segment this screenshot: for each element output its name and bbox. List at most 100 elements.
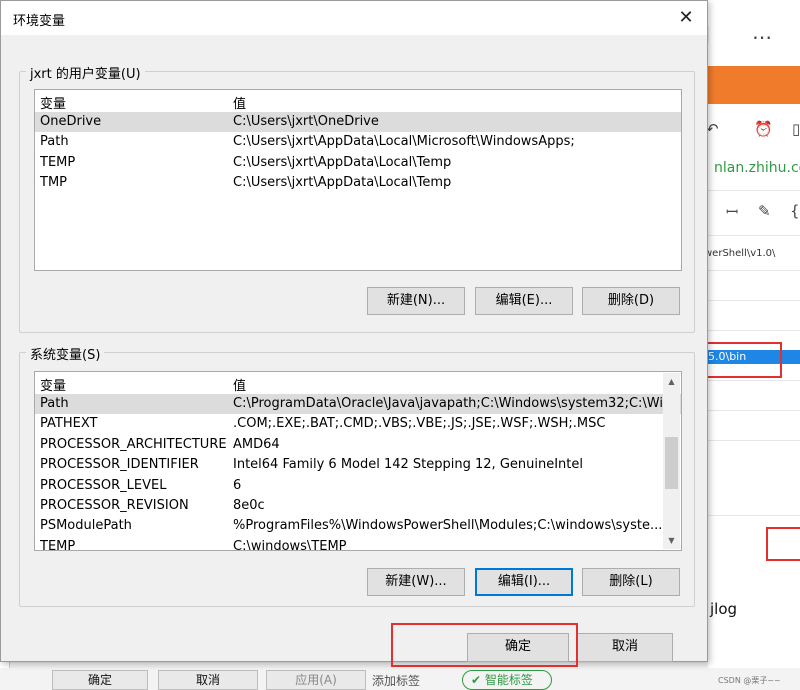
background-divider (708, 300, 800, 301)
scrollbar-thumb[interactable] (665, 437, 678, 489)
add-tag-link[interactable]: 添加标签 (372, 672, 420, 689)
system-edit-label: 编辑(I)... (497, 574, 551, 589)
check-icon: ✔ (471, 673, 482, 687)
more-options-icon[interactable]: ⋯ (752, 25, 772, 49)
variable-name: PROCESSOR_REVISION (40, 497, 189, 513)
close-icon[interactable]: ✕ (669, 3, 703, 33)
table-row[interactable]: PROCESSOR_REVISION 8e0c (35, 496, 681, 516)
user-delete-label: 删除(D) (607, 293, 655, 308)
table-row[interactable]: TEMP C:\windows\TEMP (35, 537, 681, 551)
background-divider (708, 270, 800, 271)
user-new-button[interactable]: 新建(N)... (367, 287, 465, 315)
table-row[interactable]: PSModulePath %ProgramFiles%\WindowsPowerS… (35, 516, 681, 536)
variable-name: PROCESSOR_ARCHITECTURE (40, 436, 227, 452)
column-header-variable[interactable]: 变量 (40, 93, 66, 112)
scroll-down-icon[interactable]: ▼ (663, 532, 680, 549)
variable-value: C:\Users\jxrt\OneDrive (233, 114, 379, 129)
dialog-titlebar[interactable]: 环境变量 ✕ (1, 1, 707, 35)
background-cancel-button[interactable]: 取消 (158, 670, 258, 690)
column-header-value[interactable]: 值 (233, 93, 246, 112)
variable-value: C:\Users\jxrt\AppData\Local\Microsoft\Wi… (233, 134, 575, 150)
variable-name: PROCESSOR_LEVEL (40, 477, 167, 493)
dialog-title: 环境变量 (13, 14, 66, 29)
system-variables-list[interactable]: 变量 值 Path C:\ProgramData\Oracle\Java\java… (34, 371, 682, 551)
variable-name: PATHEXT (40, 416, 98, 432)
table-row[interactable]: Path C:\ProgramData\Oracle\Java\javapath;… (35, 394, 681, 415)
table-row[interactable]: TEMP C:\Users\jxrt\AppData\Local\Temp (35, 153, 681, 173)
variable-value: %ProgramFiles%\WindowsPowerShell\Modules… (233, 518, 663, 534)
cancel-button[interactable]: 取消 (577, 633, 673, 662)
column-header-variable[interactable]: 变量 (40, 375, 66, 394)
background-ok-label: 确定 (87, 673, 112, 687)
user-edit-button[interactable]: 编辑(E)... (475, 287, 573, 315)
highlight-box-path (706, 342, 782, 378)
background-orange-bar (708, 66, 800, 104)
highlight-box-ok-background (766, 527, 800, 561)
background-cancel-label: 取消 (195, 673, 220, 687)
variable-value: 8e0c (233, 497, 265, 513)
user-delete-button[interactable]: 删除(D) (582, 287, 680, 315)
system-delete-label: 删除(L) (609, 574, 653, 589)
table-row[interactable]: PROCESSOR_ARCHITECTURE AMD64 (35, 435, 681, 455)
variable-value: C:\Users\jxrt\AppData\Local\Temp (233, 175, 452, 191)
background-path-text: werShell\v1.0\ (708, 248, 776, 259)
smart-tag-label: 智能标签 (484, 673, 533, 687)
system-edit-button[interactable]: 编辑(I)... (475, 568, 573, 596)
cancel-label: 取消 (611, 639, 638, 654)
background-apply-label: 应用(A) (295, 673, 337, 687)
background-url-text: nlan.zhihu.com (714, 160, 800, 176)
user-variables-label: jxrt 的用户变量(U) (26, 63, 145, 82)
smart-tag-button[interactable]: ✔ 智能标签 (462, 670, 552, 690)
system-delete-button[interactable]: 删除(L) (582, 568, 680, 596)
highlight-box-ok (391, 623, 578, 667)
variable-name: PSModulePath (40, 518, 132, 534)
user-edit-label: 编辑(E)... (495, 293, 553, 308)
background-apply-button[interactable]: 应用(A) (266, 670, 366, 690)
variable-name: TEMP (40, 538, 76, 551)
system-list-header: 变量 值 (35, 372, 681, 394)
background-divider (708, 380, 800, 381)
system-variables-label: 系统变量(S) (26, 344, 105, 363)
scroll-up-icon[interactable]: ▲ (663, 373, 680, 390)
variable-name: PROCESSOR_IDENTIFIER (40, 457, 199, 473)
user-list-header: 变量 值 (35, 90, 681, 112)
variable-value: Intel64 Family 6 Model 142 Stepping 12, … (233, 457, 584, 473)
variable-value: 6 (233, 477, 242, 493)
background-icon-partial: ⎦ (708, 26, 710, 44)
variable-value: C:\windows\TEMP (233, 538, 347, 551)
background-partial-icon: ▯ (792, 120, 800, 138)
variable-value: AMD64 (233, 436, 280, 452)
variable-name: OneDrive (40, 114, 102, 129)
user-new-label: 新建(N)... (386, 293, 446, 308)
variable-value: C:\Users\jxrt\AppData\Local\Temp (233, 154, 452, 170)
variable-name: Path (40, 396, 69, 411)
variable-name: TEMP (40, 154, 76, 170)
background-jlog-text: jlog (710, 600, 738, 618)
background-divider (708, 235, 800, 236)
brace-icon[interactable]: { (790, 202, 800, 220)
system-new-button[interactable]: 新建(W)... (367, 568, 465, 596)
alarm-icon[interactable]: ⏰ (754, 120, 773, 138)
table-row[interactable]: OneDrive C:\Users\jxrt\OneDrive (35, 112, 681, 133)
column-header-value[interactable]: 值 (233, 375, 246, 394)
background-divider (708, 330, 800, 331)
table-row[interactable]: PROCESSOR_LEVEL 6 (35, 476, 681, 496)
variable-name: Path (40, 134, 69, 150)
environment-variables-dialog: 环境变量 ✕ jxrt 的用户变量(U) 变量 值 OneDrive C:\Use… (0, 0, 708, 667)
system-rows: Path C:\ProgramData\Oracle\Java\javapath;… (35, 394, 681, 551)
background-divider (708, 440, 800, 441)
variable-name: TMP (40, 175, 67, 191)
table-row[interactable]: PROCESSOR_IDENTIFIER Intel64 Family 6 Mod… (35, 455, 681, 475)
background-ok-button[interactable]: 确定 (52, 670, 148, 690)
background-undo-icon[interactable]: ↶ (708, 120, 719, 138)
table-row[interactable]: PATHEXT .COM;.EXE;.BAT;.CMD;.VBS;.VBE;.JS… (35, 414, 681, 434)
strikethrough-icon[interactable]: ꟷ (726, 202, 738, 222)
table-row[interactable]: TMP C:\Users\jxrt\AppData\Local\Temp (35, 173, 681, 193)
pen-icon[interactable]: ✎ (758, 202, 771, 220)
user-variables-list[interactable]: 变量 值 OneDrive C:\Users\jxrt\OneDrive Path C… (34, 89, 682, 271)
system-list-scrollbar[interactable]: ▲ ▼ (663, 373, 680, 549)
watermark: CSDN @栗子~~ (718, 676, 781, 685)
variable-value: .COM;.EXE;.BAT;.CMD;.VBS;.VBE;.JS;.JSE;.… (233, 416, 606, 432)
table-row[interactable]: Path C:\Users\jxrt\AppData\Local\Microsof… (35, 132, 681, 152)
variable-value: C:\ProgramData\Oracle\Java\javapath;C:\W… (233, 396, 676, 411)
